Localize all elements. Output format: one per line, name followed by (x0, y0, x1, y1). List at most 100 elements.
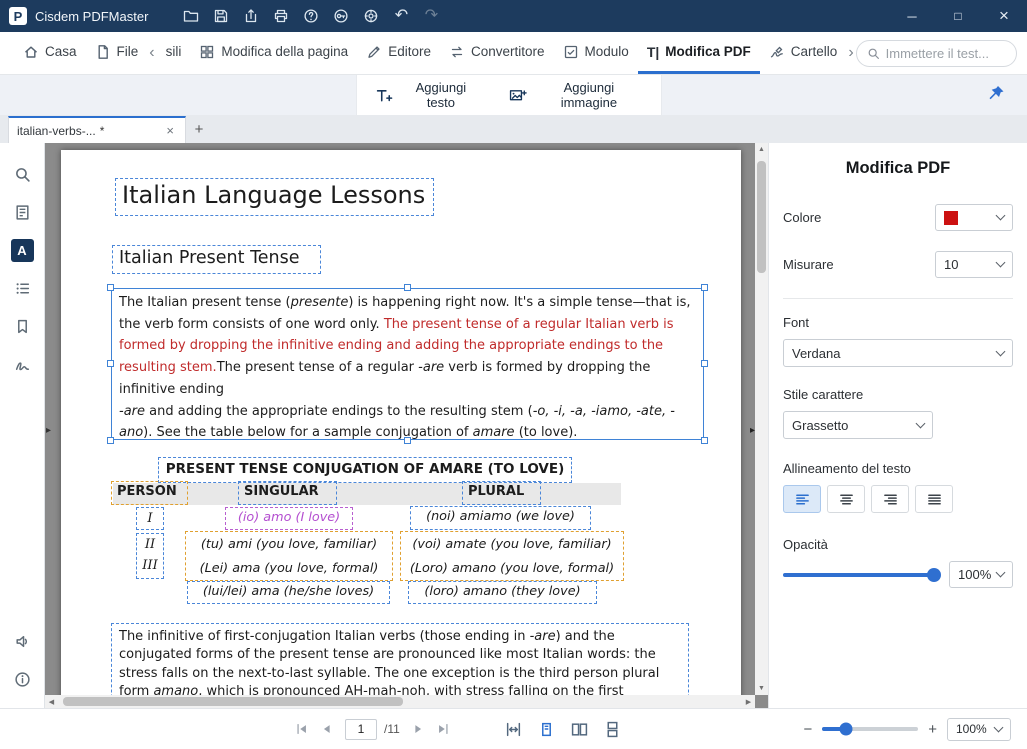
plural-rows-cell[interactable]: (voi) amate (you love, familiar) (Loro) … (400, 531, 624, 581)
open-file-button[interactable] (176, 0, 206, 32)
settings-button[interactable] (356, 0, 386, 32)
account-button[interactable] (326, 0, 356, 32)
sidebar-thumbnails-button[interactable] (7, 193, 37, 231)
fit-width-button[interactable] (505, 721, 522, 738)
zoom-out-button[interactable]: − (803, 722, 812, 737)
sidebar-info-button[interactable] (7, 660, 37, 698)
ribbon-scroll-right[interactable]: › (846, 32, 855, 74)
selected-textbox[interactable]: The Italian present tense (presente) is … (111, 288, 704, 440)
size-dropdown[interactable]: 10 (935, 251, 1013, 278)
first-page-button[interactable] (295, 722, 309, 736)
zoom-slider[interactable] (822, 727, 918, 731)
loro-cell[interactable]: (loro) amano (they love) (408, 581, 597, 604)
align-left-button[interactable] (783, 485, 821, 513)
selection-handle[interactable] (404, 437, 411, 444)
horizontal-scroll-thumb[interactable] (63, 697, 403, 706)
nav-overflow-item[interactable]: sili (157, 32, 191, 74)
plural-header-cell[interactable]: PLURAL (462, 481, 541, 505)
minimize-button[interactable]: ─ (889, 0, 935, 32)
sidebar-annotations-button[interactable]: A (7, 231, 37, 269)
horizontal-scrollbar[interactable]: ◀ ▶ (45, 695, 755, 708)
continuous-scroll-button[interactable] (604, 721, 621, 738)
sidebar-bookmarks-button[interactable] (7, 307, 37, 345)
nav-edit-pdf[interactable]: T| Modifica PDF (638, 32, 760, 74)
ribbon-search-input[interactable] (886, 46, 1006, 61)
io-amo-cell[interactable]: (io) amo (I love) (225, 507, 353, 530)
ribbon-search[interactable] (856, 40, 1017, 67)
noi-amiamo-cell[interactable]: (noi) amiamo (we love) (410, 506, 591, 530)
nav-file[interactable]: File (86, 32, 148, 74)
previous-page-button[interactable] (320, 722, 334, 736)
color-dropdown[interactable] (935, 204, 1013, 231)
person-header-cell[interactable]: PERSON (111, 481, 188, 505)
vertical-scroll-thumb[interactable] (757, 161, 766, 273)
add-text-button[interactable]: Aggiungi testo (375, 80, 481, 110)
save-button[interactable] (206, 0, 236, 32)
zoom-in-button[interactable]: + (928, 722, 937, 737)
selection-handle[interactable] (701, 360, 708, 367)
zoom-dropdown[interactable]: 100% (947, 718, 1011, 741)
person-ii-iii-cell[interactable]: II III (136, 533, 164, 579)
sidebar-collapse-handle[interactable]: ▸ (46, 425, 51, 436)
sidebar-signature-button[interactable] (7, 345, 37, 383)
vertical-scrollbar[interactable]: ▲ ▼ (755, 143, 768, 695)
help-button[interactable] (296, 0, 326, 32)
tab-close-icon[interactable]: × (163, 123, 177, 138)
sidebar-search-button[interactable] (7, 155, 37, 193)
pdf-page[interactable]: Italian Language Lessons Italian Present… (61, 150, 741, 708)
singular-rows-cell[interactable]: (tu) ami (you love, familiar) (Lei) ama … (185, 531, 393, 581)
doc-heading-textbox[interactable]: Italian Present Tense (112, 245, 321, 274)
next-page-button[interactable] (411, 722, 425, 736)
selection-handle[interactable] (107, 360, 114, 367)
align-right-button[interactable] (871, 485, 909, 513)
last-page-button[interactable] (436, 722, 450, 736)
add-image-button[interactable]: Aggiungi immagine (509, 80, 643, 110)
export-button[interactable] (236, 0, 266, 32)
maximize-button[interactable]: □ (935, 0, 981, 32)
ribbon-scroll-left[interactable]: ‹ (147, 32, 156, 74)
nav-sign[interactable]: Cartello (760, 32, 847, 74)
document-canvas[interactable]: Italian Language Lessons Italian Present… (45, 143, 768, 708)
zoom-slider-knob[interactable] (840, 723, 853, 736)
single-page-button[interactable] (538, 721, 555, 738)
selection-handle[interactable] (701, 437, 708, 444)
nav-module[interactable]: Modulo (554, 32, 638, 74)
nav-page-edit[interactable]: Modifica della pagina (190, 32, 357, 74)
scroll-right-icon[interactable]: ▶ (742, 695, 755, 708)
doc-title-textbox[interactable]: Italian Language Lessons (115, 178, 434, 216)
scroll-left-icon[interactable]: ◀ (45, 695, 58, 708)
selection-handle[interactable] (701, 284, 708, 291)
nav-converter[interactable]: Convertitore (440, 32, 554, 74)
style-dropdown[interactable]: Grassetto (783, 411, 933, 439)
selection-handle[interactable] (107, 437, 114, 444)
selection-handle[interactable] (404, 284, 411, 291)
nav-editor[interactable]: Editore (357, 32, 440, 74)
opacity-slider-knob[interactable] (927, 568, 941, 582)
font-dropdown[interactable]: Verdana (783, 339, 1013, 367)
panel-collapse-handle[interactable]: ▸ (750, 425, 755, 436)
undo-button[interactable]: ↶ (386, 0, 416, 32)
opacity-slider[interactable] (783, 573, 939, 577)
luilei-cell[interactable]: (lui/lei) ama (he/she loves) (187, 581, 390, 604)
align-justify-button[interactable] (915, 485, 953, 513)
redo-button[interactable]: ↷ (416, 0, 446, 32)
facing-pages-button[interactable] (571, 721, 588, 738)
singular-header-cell[interactable]: SINGULAR (238, 481, 337, 505)
document-tab[interactable]: italian-verbs-... * × (8, 116, 186, 143)
scroll-up-icon[interactable]: ▲ (755, 143, 768, 156)
sidebar-outline-button[interactable] (7, 269, 37, 307)
print-button[interactable] (266, 0, 296, 32)
person-i-cell[interactable]: I (136, 507, 164, 530)
table-title-textbox[interactable]: PRESENT TENSE CONJUGATION OF AMARE (TO L… (158, 457, 572, 483)
page-number-input[interactable] (345, 719, 377, 740)
sidebar-read-aloud-button[interactable] (7, 622, 37, 660)
pin-toolbar-button[interactable] (987, 85, 1005, 106)
align-center-button[interactable] (827, 485, 865, 513)
alignment-buttons (783, 485, 1013, 513)
close-button[interactable]: × (981, 0, 1027, 32)
opacity-dropdown[interactable]: 100% (949, 561, 1013, 588)
new-tab-button[interactable]: + (186, 116, 212, 143)
selection-handle[interactable] (107, 284, 114, 291)
scroll-down-icon[interactable]: ▼ (755, 682, 768, 695)
nav-casa[interactable]: Casa (14, 32, 86, 74)
